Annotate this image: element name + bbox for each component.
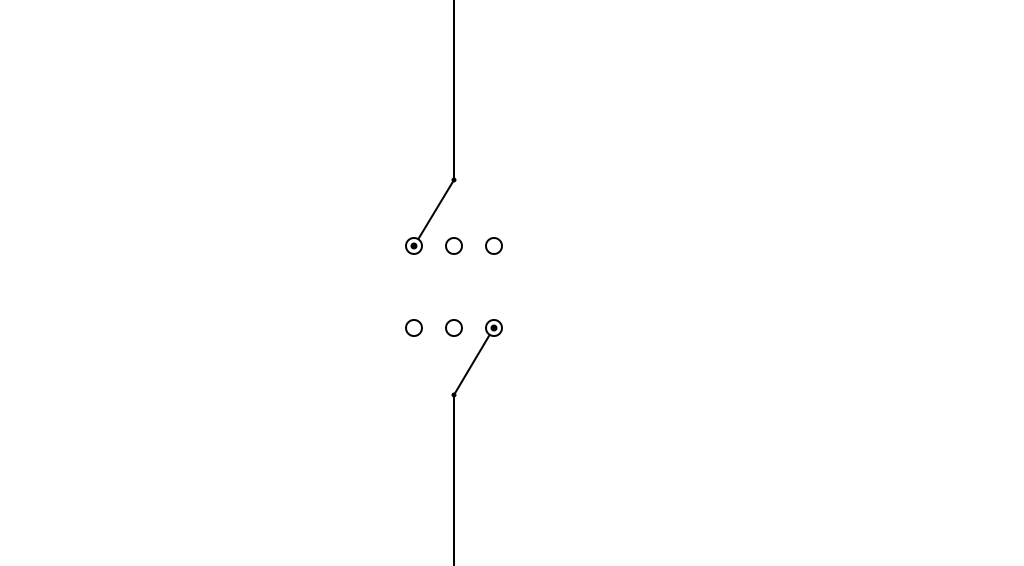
schematic-diagram (0, 0, 1024, 566)
bottom-switch-terminal-3[interactable] (486, 320, 502, 336)
top-switch-terminal-3[interactable] (486, 238, 502, 254)
top-switch-terminal-2[interactable] (446, 238, 462, 254)
bottom-switch-terminal-1[interactable] (406, 320, 422, 336)
bottom-switch-wiper[interactable] (454, 336, 489, 395)
bottom-switch-terminal-2[interactable] (446, 320, 462, 336)
top-switch-terminal-1[interactable] (406, 238, 422, 254)
top-switch-wiper[interactable] (419, 180, 454, 238)
